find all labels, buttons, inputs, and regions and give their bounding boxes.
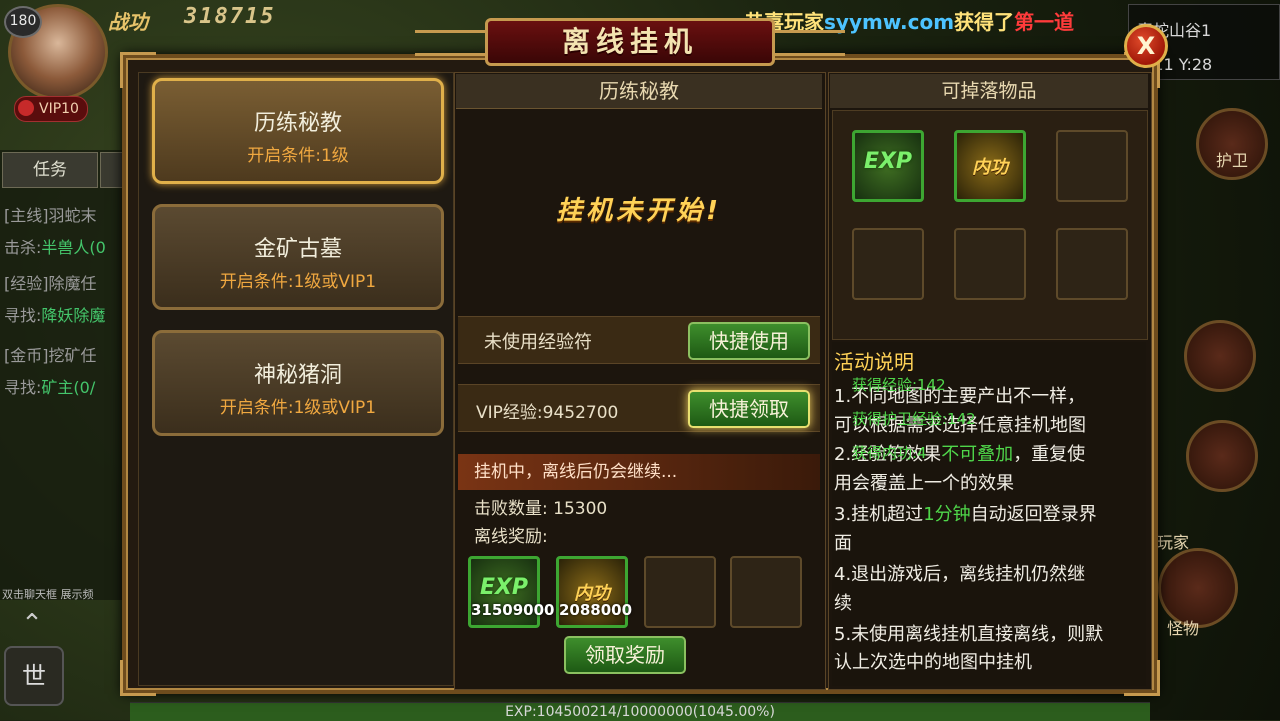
broadcast-part: 第一道: [1014, 10, 1075, 34]
vip-badge[interactable]: VIP10: [14, 96, 88, 122]
map-item-lilian[interactable]: 历练秘教 开启条件:1级: [152, 78, 444, 184]
map-condition: 开启条件:1级或VIP1: [219, 398, 377, 418]
selected-map-header: 历练秘教: [456, 74, 822, 109]
vip-exp-label: VIP经验:9452700: [476, 403, 619, 423]
desc-text: 自动返回登录界: [970, 504, 1097, 525]
task-text: 降妖除魔: [41, 306, 106, 325]
desc-line: 续: [834, 593, 852, 614]
offline-reward-label: 离线奖励:: [474, 527, 548, 547]
reward-quantity: 2088000: [559, 601, 633, 619]
desc-highlight: 不可叠加: [941, 444, 1014, 465]
reward-slot-exp[interactable]: EXP 31509000: [468, 556, 555, 628]
reward-slot-empty: [730, 556, 802, 628]
task-line[interactable]: [经验]除魔任: [4, 270, 97, 294]
close-button[interactable]: X: [1124, 24, 1168, 68]
monster-label: 怪物: [1167, 619, 1200, 638]
task-tag: 寻找:: [4, 378, 42, 397]
power-value: 318715: [184, 4, 276, 29]
floating-gain-text: 获得内功:4: [852, 444, 927, 462]
task-line[interactable]: 寻找:矿主(0/: [4, 374, 95, 398]
title-ornament: [415, 30, 485, 56]
world-chat-button[interactable]: 世: [4, 646, 64, 706]
map-name: 历练秘教: [253, 111, 342, 136]
reward-slot-empty: [644, 556, 716, 628]
desc-highlight: 1分钟: [923, 504, 971, 525]
task-line[interactable]: [主线]羽蛇末: [4, 202, 97, 226]
scroll-button[interactable]: [1186, 420, 1258, 492]
activity-description-title: 活动说明: [834, 350, 914, 374]
chat-hint: 双击聊天框 展示频: [2, 588, 94, 601]
exp-text: EXP:104500214/10000000(1045.00%): [505, 704, 775, 720]
player-mode-button[interactable]: 玩家 怪物: [1157, 533, 1238, 638]
reward-quantity: 31509000: [471, 601, 555, 619]
exp-bar: EXP:104500214/10000000(1045.00%): [130, 702, 1150, 721]
claim-reward-button[interactable]: 领取奖励: [564, 636, 686, 674]
drop-items-header: 可掉落物品: [830, 74, 1148, 108]
task-text: 羽蛇末: [48, 206, 97, 225]
skill-button[interactable]: [1184, 320, 1256, 392]
level-badge: 180: [4, 6, 42, 38]
desc-line: 4.退出游戏后，离线挂机仍然继: [834, 564, 1086, 585]
task-text: 挖矿任: [48, 346, 97, 365]
quick-use-button[interactable]: 快捷使用: [688, 322, 810, 360]
guard-label: 护卫: [1215, 151, 1248, 170]
desc-line: 5.未使用离线挂机直接离线，则默: [834, 624, 1104, 645]
chevron-up-icon[interactable]: ⌃: [10, 610, 54, 638]
map-item-jinkuang[interactable]: 金矿古墓 开启条件:1级或VIP1: [152, 204, 444, 310]
map-condition: 开启条件:1级: [247, 146, 349, 166]
drop-slot-empty: [954, 228, 1026, 300]
task-tag: 寻找:: [4, 306, 42, 325]
task-line[interactable]: 击杀:半兽人(0: [4, 234, 106, 258]
power-label: 战功: [108, 10, 148, 34]
desc-line: 认上次选中的地图中挂机: [834, 652, 1032, 673]
drop-slot-empty: [852, 228, 924, 300]
drop-slot-exp[interactable]: EXP: [852, 130, 924, 202]
map-name: 神秘猪洞: [253, 363, 342, 388]
desc-text: 3.挂机超过: [834, 504, 924, 525]
exp-icon: EXP: [479, 575, 529, 600]
task-tag: 击杀:: [4, 238, 42, 257]
task-text: 矿主(0/: [41, 378, 96, 397]
floating-gain-text: 获得护卫经验:142: [852, 410, 976, 428]
task-text: 除魔任: [48, 274, 97, 293]
floating-gain-text: 获得经验:142: [852, 376, 946, 394]
task-line[interactable]: [金币]挖矿任: [4, 342, 97, 366]
map-condition: 开启条件:1级或VIP1: [219, 272, 377, 292]
unused-exp-charm-label: 未使用经验符: [484, 332, 592, 353]
player-label: 玩家: [1157, 533, 1190, 552]
tab-task[interactable]: 任务: [2, 152, 98, 188]
desc-line: 面: [834, 533, 852, 554]
exp-icon: EXP: [863, 149, 913, 174]
kill-count: 击败数量: 15300: [474, 499, 608, 519]
drop-slot-neigong[interactable]: 内功: [954, 130, 1026, 202]
neigong-icon: 内功: [972, 157, 1008, 178]
map-name: 金矿古墓: [253, 237, 342, 262]
desc-text: ，重复使: [1013, 444, 1086, 465]
desc-line: 用会覆盖上一个的效果: [834, 473, 1014, 494]
task-tag: [经验]: [4, 274, 49, 293]
task-text: 半兽人(0: [41, 238, 106, 257]
map-item-zhudong[interactable]: 神秘猪洞 开启条件:1级或VIP1: [152, 330, 444, 436]
task-tag: [金币]: [4, 346, 49, 365]
reward-slot-neigong[interactable]: 内功 2088000: [556, 556, 633, 628]
task-line[interactable]: 寻找:降妖除魔: [4, 302, 105, 326]
task-tag: [主线]: [4, 206, 49, 225]
guard-button[interactable]: 护卫: [1196, 108, 1268, 180]
idle-status: 挂机未开始!: [556, 196, 722, 226]
drop-slot-empty: [1056, 130, 1128, 202]
desc-line: 3.挂机超过1分钟自动返回登录界: [834, 500, 1134, 529]
drop-slot-empty: [1056, 228, 1128, 300]
dialog-title: 离线挂机: [485, 18, 775, 66]
running-notice: 挂机中，离线后仍会继续...: [458, 454, 820, 490]
title-ornament: [775, 30, 845, 56]
quick-claim-button[interactable]: 快捷领取: [688, 390, 810, 428]
broadcast-part: 获得了: [954, 10, 1015, 34]
